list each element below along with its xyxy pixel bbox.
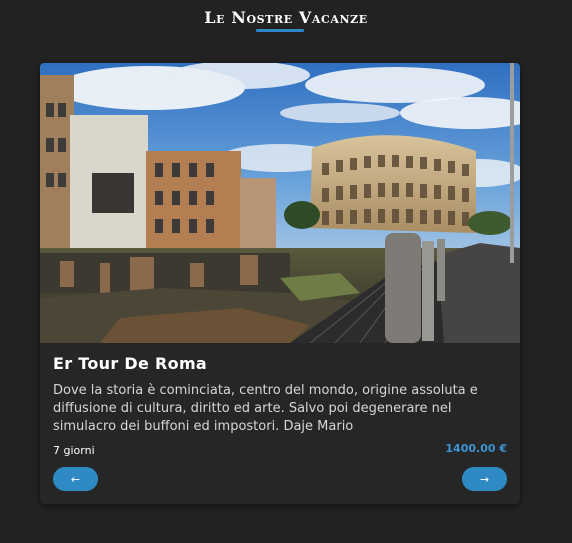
card-description: Dove la storia è cominciata, centro del … <box>53 383 478 434</box>
next-button[interactable]: → <box>462 467 507 491</box>
arrow-left-icon: ← <box>70 472 81 486</box>
title-underline <box>256 29 304 32</box>
price-label: 1400.00 € <box>445 442 507 455</box>
tour-image <box>40 63 520 343</box>
previous-button[interactable]: ← <box>53 467 98 491</box>
duration-label: 7 giorni <box>53 444 95 457</box>
arrow-right-icon: → <box>479 472 490 486</box>
tour-card: Er Tour De Roma Dove la storia è cominci… <box>40 63 520 504</box>
page-title: Le Nostre Vacanze <box>204 8 368 27</box>
card-title: Er Tour De Roma <box>53 354 208 373</box>
